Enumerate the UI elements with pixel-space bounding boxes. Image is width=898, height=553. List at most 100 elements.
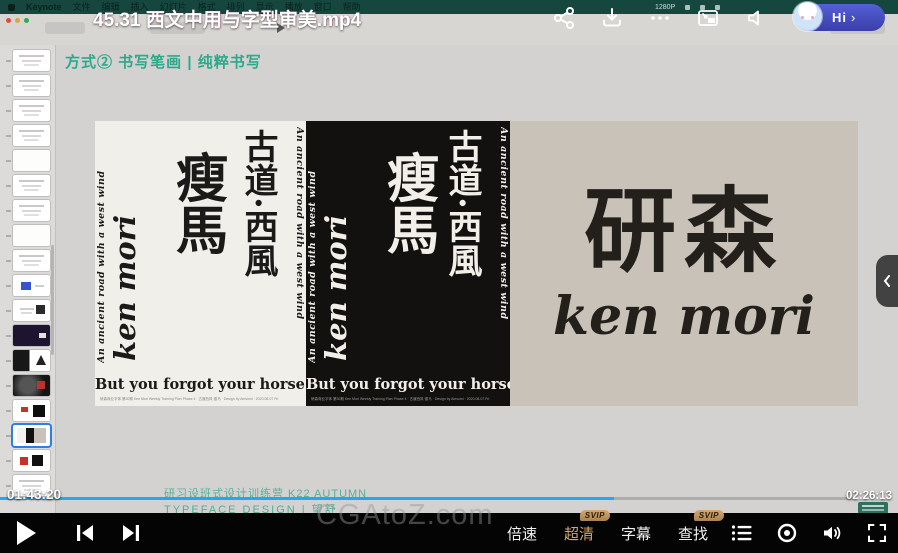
play-button[interactable] [17,521,36,545]
video-player-frame: Keynote 文件编辑插入幻灯片格式排列显示播放窗口帮助 1280P 45.3… [0,0,898,553]
slide-number [4,435,13,437]
poster-slogan: But you forgot your horse! [95,376,306,393]
slide-thumbnail-row[interactable] [4,73,50,98]
next-button[interactable] [118,523,142,543]
watermark: CGAtoZ.com [316,499,494,532]
settings-icon[interactable] [776,522,798,544]
slide-thumbnail-row[interactable] [4,298,50,323]
poster-caption: 研森商业字体 第30期 Ken Mori Weekly Training Pla… [100,397,301,402]
slide-thumbnail-row[interactable] [4,348,50,373]
slide-thumbnail-row[interactable] [4,148,50,173]
slide-number [4,260,13,262]
account-pill[interactable]: Hi › [795,4,885,31]
poster-side-text-left: An ancient road with a west wind [96,127,107,363]
slide-number [4,285,13,287]
slide-number [4,160,13,162]
menubar-app-name[interactable]: Keynote [26,0,62,14]
svip-badge: SVIP [580,510,610,521]
zoom-window-icon[interactable] [24,18,29,23]
download-icon[interactable] [600,6,624,30]
playlist-icon[interactable] [731,522,753,544]
fullscreen-icon[interactable] [866,522,888,544]
poster-logotype: 研森 ken mori [510,121,858,406]
volume-icon[interactable] [821,522,843,544]
slide-number [4,135,13,137]
slide-thumbnail[interactable] [13,225,50,246]
slide-number [4,410,13,412]
slide-thumbnail[interactable] [13,375,50,396]
slide-thumbnail[interactable] [13,425,50,446]
player-top-controls [552,6,768,30]
greeting-label: Hi [832,10,847,25]
slide-thumbnail[interactable] [13,250,50,271]
slide-thumbnail-row[interactable] [4,423,50,448]
player-menu-button[interactable]: SVIP 倍速 [507,523,537,544]
slide-thumbnail-row[interactable] [4,173,50,198]
menubar-item[interactable]: 文件 [73,0,91,14]
slide-thumbnail-row[interactable] [4,123,50,148]
slide-thumbnail[interactable] [13,175,50,196]
slide-thumbnail[interactable] [13,125,50,146]
player-control-bar: CGAtoZ.com SVIP 倍速 SVIP 超清 SVIP [0,513,898,553]
player-right-controls: SVIP 倍速 SVIP 超清 SVIP 字幕 SVIP 查找 [507,513,888,553]
slide-thumbnail[interactable] [13,350,50,371]
poster-name-vertical: ken mori [108,129,142,361]
slide-thumbnail[interactable] [13,75,50,96]
chevron-left-icon [881,274,893,288]
poster-kanji-light: An ancient road with a west wind ken mor… [95,121,306,406]
player-menu-button[interactable]: SVIP 查找 [678,523,708,544]
slide-thumbnail-row[interactable] [4,198,50,223]
slide-thumbnail-row[interactable] [4,248,50,273]
slide-number [4,460,13,462]
progress-played[interactable] [0,497,614,500]
share-icon[interactable] [552,6,576,30]
slide-thumbnail[interactable] [13,325,50,346]
close-window-icon[interactable] [6,18,11,23]
sidebar-scrollbar[interactable] [51,245,54,355]
slide-thumbnail[interactable] [13,200,50,221]
video-title: 45.31 西文中用与字型审美.mp4 [93,5,361,32]
slide-thumbnail-row[interactable] [4,398,50,423]
avatar[interactable] [793,2,822,31]
collapsed-panel-handle[interactable] [876,255,898,307]
poster-side-text-left: An ancient road with a west wind [307,127,318,363]
toolbar-view-group[interactable] [45,22,85,34]
player-menu-button[interactable]: SVIP 超清 [564,523,594,544]
slide-thumbnail-row[interactable] [4,48,50,73]
slide-thumbnail[interactable] [13,275,50,296]
slide-thumbnail[interactable] [13,100,50,121]
more-icon[interactable] [648,6,672,30]
poster-cn-sub: 瘦馬 [169,151,224,255]
pip-icon[interactable] [696,6,720,30]
slide-thumbnail-row[interactable] [4,448,50,473]
slide-number [4,210,13,212]
slide-thumbnail-row[interactable] [4,373,50,398]
logotype-latin: ken mori [553,291,815,343]
slide-thumbnail[interactable] [13,400,50,421]
slide-number [4,235,13,237]
slide-thumbnail[interactable] [13,50,50,71]
window-traffic-lights[interactable] [6,18,29,23]
poster-side-text-right: An ancient road with a west wind [498,127,509,363]
slide-navigator [0,45,56,513]
slide-number [4,360,13,362]
previous-button[interactable] [74,523,98,543]
minimize-window-icon[interactable] [15,18,20,23]
slide-number [4,185,13,187]
slide-thumbnail-row[interactable] [4,98,50,123]
slide-thumbnail-row[interactable] [4,323,50,348]
slide-thumbnail-row[interactable] [4,223,50,248]
slide-thumbnail[interactable] [13,450,50,471]
apple-icon[interactable] [8,4,15,11]
poster-side-text-right: An ancient road with a west wind [294,127,305,363]
mute-icon[interactable] [744,6,768,30]
poster-cn-main: 古道·西風 [443,129,480,277]
chevron-right-icon: › [851,10,855,25]
slide-thumbnail-row[interactable] [4,273,50,298]
slide-thumbnail[interactable] [13,300,50,321]
current-time: 01:43:20 [7,487,61,502]
slide-number [4,335,13,337]
slide-thumbnail[interactable] [13,150,50,171]
player-menu-button[interactable]: SVIP 字幕 [621,523,651,544]
player-menu-buttons: SVIP 倍速 SVIP 超清 SVIP 字幕 SVIP 查找 [507,523,708,544]
